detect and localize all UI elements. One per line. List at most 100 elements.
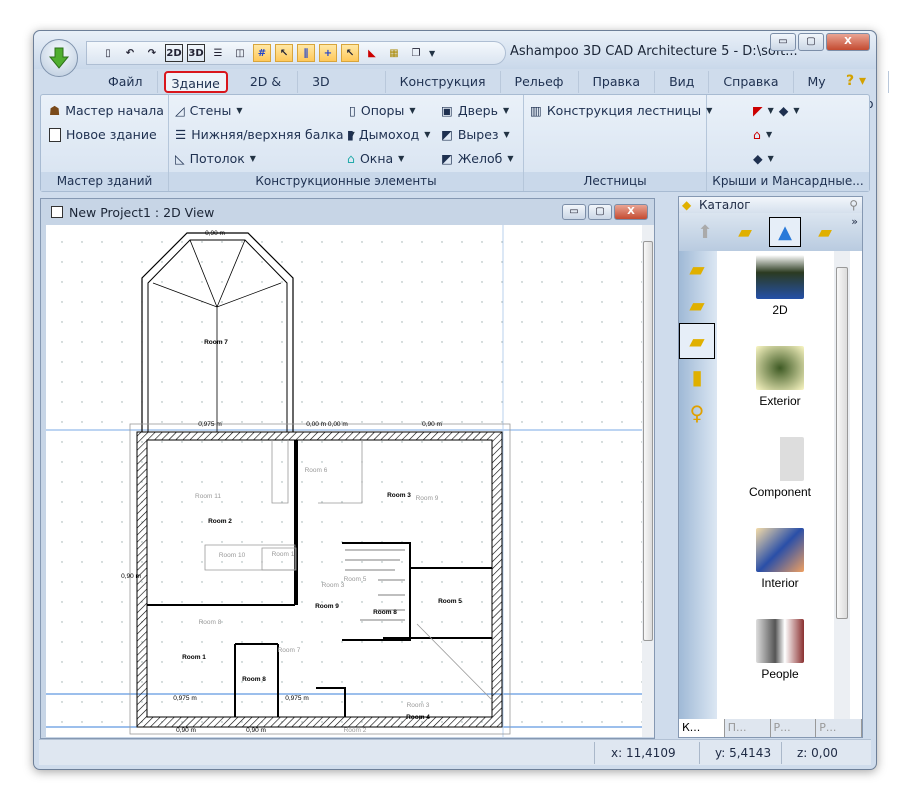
floor-plan-canvas[interactable]: Room 7 Room 2 Room 3 Room 9 Room 8 Room 5 Room…	[46, 225, 644, 737]
room-label-secondary: Room 3	[407, 702, 430, 709]
close-button[interactable]: X	[826, 33, 870, 51]
walls-button[interactable]: ◿ Стены ▼	[175, 103, 243, 118]
pointer-icon[interactable]: ↖	[341, 44, 359, 62]
room-label: Room 8	[373, 609, 397, 616]
people-thumbnail	[756, 619, 804, 663]
tab-my-ashampoo[interactable]: My Ashampoo	[794, 70, 889, 111]
tab-3d-functions[interactable]: 3D функции	[298, 70, 386, 111]
group-label: Лестницы	[524, 172, 706, 191]
wall-icon: ◿	[175, 103, 185, 118]
app-menu-button[interactable]	[40, 39, 78, 77]
group-roofs: ◤ ▼ ◆ ▼ ⌂ ▼ ◆ ▼ Крыши и Мансардные...	[707, 95, 869, 191]
person-icon[interactable]: ♀	[679, 395, 715, 431]
catalog-item-label: 2D	[772, 303, 788, 317]
view-minimize-button[interactable]: ▭	[562, 204, 586, 220]
red-wall-icon[interactable]: ◣	[363, 44, 381, 62]
room-label-secondary: Room 2	[344, 727, 367, 734]
view-maximize-button[interactable]: ▢	[588, 204, 612, 220]
view-close-button[interactable]: X	[614, 204, 648, 220]
tab-report[interactable]: Р...	[816, 719, 862, 737]
door-button[interactable]: ▣ Дверь ▼	[441, 103, 509, 118]
skylight-button[interactable]: ◆ ▼	[753, 151, 774, 166]
stair-construction-button[interactable]: ▥ Конструкция лестницы ▼	[530, 103, 712, 118]
catalog-item-component[interactable]: Component	[719, 433, 841, 524]
new-icon[interactable]: ▯	[99, 44, 117, 62]
tab-catalog[interactable]: К...	[679, 719, 725, 737]
dimension-label: 0,90 m	[176, 727, 196, 734]
new-building-button[interactable]: Новое здание	[49, 127, 157, 142]
catalog-toolbar: ⬆ ▰ ▲ ▰ »	[679, 213, 862, 251]
open-folder-icon[interactable]: ▰	[679, 323, 715, 359]
tab-file[interactable]: Файл	[94, 70, 158, 93]
catalog-item-label: People	[761, 667, 799, 681]
catalog-item-exterior[interactable]: Exterior	[719, 342, 841, 433]
windows-button[interactable]: ⌂ Окна ▼	[347, 151, 404, 166]
room-label-secondary: Room 1	[272, 551, 295, 558]
tab-view[interactable]: Вид	[655, 70, 710, 93]
folder-icon[interactable]: ▰	[679, 287, 715, 323]
library-folder-icon[interactable]: ▰	[679, 251, 715, 287]
tab-properties[interactable]: Р...	[771, 719, 817, 737]
ceiling-button[interactable]: ◺ Потолок ▼	[175, 151, 256, 166]
window-title: Ashampoo 3D CAD Architecture 5 - D:\soft…	[510, 44, 798, 59]
chimney-button[interactable]: ▮ Дымоход ▼	[347, 127, 430, 142]
minimize-button[interactable]: ▭	[770, 33, 796, 51]
floor-plan: Room 7Room 2Room 3Room 9Room 8Room 5Room…	[46, 225, 644, 737]
tab-project[interactable]: П...	[725, 719, 771, 737]
redo-icon[interactable]: ↷	[143, 44, 161, 62]
house-roof-button[interactable]: ⌂ ▼	[753, 127, 772, 142]
cutout-button[interactable]: ◩ Вырез ▼	[441, 127, 510, 142]
room-label-secondary: Room 9	[416, 495, 439, 502]
catalog-sidebar: ▰ ▰ ▰ ▮ ♀	[679, 251, 717, 721]
start-wizard-button[interactable]: ☗ Мастер начала	[49, 103, 164, 118]
view-scrollbar[interactable]	[642, 225, 654, 737]
up-folder-icon[interactable]: ⬆	[689, 217, 721, 247]
catalog-item-2d[interactable]: 2D	[719, 251, 841, 342]
maximize-button[interactable]: ▢	[798, 33, 824, 51]
objects-folder-icon[interactable]: ▲	[769, 217, 801, 247]
snap-lines-icon[interactable]: ∥	[297, 44, 315, 62]
component-thumbnail	[756, 437, 804, 481]
3d-view-button[interactable]: 3D	[187, 44, 205, 62]
grid-icon[interactable]: #	[253, 44, 271, 62]
copy-icon[interactable]: ❐	[407, 44, 425, 62]
gutter-icon: ◩	[441, 151, 453, 166]
window-icon: ⌂	[347, 151, 355, 166]
more-button[interactable]: »	[851, 215, 858, 228]
book-icon[interactable]: ▮	[679, 359, 715, 395]
undo-icon[interactable]: ↶	[121, 44, 139, 62]
roof-button[interactable]: ◤ ▼ ◆ ▼	[753, 103, 800, 118]
qat-dropdown-icon[interactable]: ▼	[429, 49, 435, 58]
crosshair-icon[interactable]: +	[319, 44, 337, 62]
catalog-item-interior[interactable]: Interior	[719, 524, 841, 615]
hatch-icon[interactable]: ▦	[385, 44, 403, 62]
room-label-secondary: Room 8	[199, 619, 222, 626]
pin-icon[interactable]: ⚲	[849, 197, 858, 213]
gutter-button[interactable]: ◩ Желоб ▼	[441, 151, 513, 166]
group-label: Мастер зданий	[41, 172, 168, 191]
select-icon[interactable]: ↖	[275, 44, 293, 62]
room-label: Room 3	[387, 492, 411, 499]
tab-terrain[interactable]: Рельеф	[501, 70, 579, 93]
tab-help[interactable]: Справка	[709, 70, 794, 93]
chimney-icon: ▮	[347, 127, 354, 142]
help-icon[interactable]: ? ▾	[846, 73, 866, 89]
tab-edit[interactable]: Правка	[579, 70, 656, 93]
2d-view-button[interactable]: 2D	[165, 44, 183, 62]
vertical-split-icon[interactable]: ◫	[231, 44, 249, 62]
textures-folder-icon[interactable]: ▰	[809, 217, 841, 247]
catalog-panel: Каталог ⚲ ◆ ⬆ ▰ ▲ ▰ » ▰ ▰ ▰ ▮ ♀ 2D Exterio…	[678, 196, 863, 738]
catalog-item-people[interactable]: People	[719, 615, 841, 706]
catalog-title: Каталог	[699, 198, 751, 212]
horizontal-split-icon[interactable]: ☰	[209, 44, 227, 62]
room-label: Room 9	[315, 603, 339, 610]
group-building-wizard: ☗ Мастер начала Новое здание Мастер здани…	[41, 95, 169, 191]
dimension-label: 0,90 m	[205, 230, 225, 237]
windows-folder-icon[interactable]: ▰	[729, 217, 761, 247]
beam-button[interactable]: ☰ Нижняя/верхняя балка ▼	[175, 127, 355, 142]
catalog-scrollbar[interactable]	[834, 251, 850, 719]
pillars-button[interactable]: ▯ Опоры ▼	[349, 103, 416, 118]
tab-2d-plan[interactable]: 2D & План	[236, 70, 299, 111]
tab-building[interactable]: Здание	[163, 70, 228, 93]
tab-construction[interactable]: Конструкция	[386, 70, 501, 93]
